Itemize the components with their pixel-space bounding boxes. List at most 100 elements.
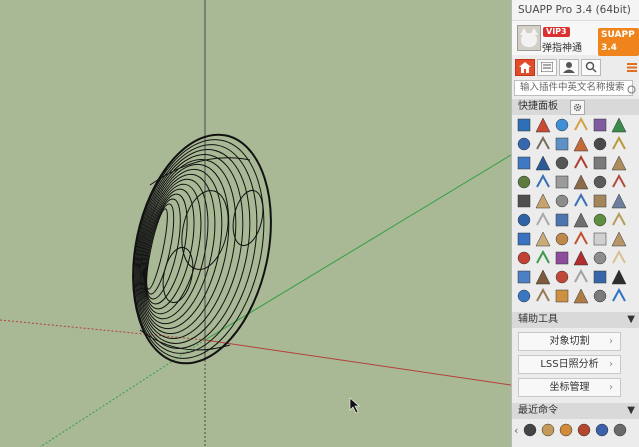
version-badge[interactable]: SUAPP 3.4: [598, 28, 639, 56]
plugin-tool-icon[interactable]: [554, 269, 570, 285]
recent-command-icon[interactable]: [612, 422, 628, 438]
plugin-tool-icon[interactable]: [535, 269, 551, 285]
quick-panel-title: 快捷面板: [518, 101, 558, 112]
cat-face-icon: [521, 33, 537, 47]
plugin-tool-icon[interactable]: [573, 116, 589, 133]
plugin-tool-icon[interactable]: [516, 155, 532, 171]
mouse-cursor-icon: [349, 397, 360, 414]
plugin-tool-icon[interactable]: [592, 212, 608, 228]
recent-commands-row: ‹: [512, 419, 639, 441]
recent-commands-header[interactable]: 最近命令 ▼: [512, 403, 639, 419]
plugin-tool-icon[interactable]: [554, 193, 570, 209]
username[interactable]: 弹指神通: [542, 39, 582, 54]
panel-title: SUAPP Pro 3.4 (64bit): [512, 0, 639, 21]
helper-tools-header[interactable]: 辅助工具 ▼: [512, 312, 639, 328]
user-box: VIP3 弹指神通 SUAPP 3.4: [512, 21, 639, 56]
recent-command-icon[interactable]: [540, 422, 556, 438]
refresh-icon[interactable]: [627, 85, 636, 94]
plugin-tool-icon[interactable]: [516, 288, 532, 304]
red-axis: [204, 339, 511, 386]
coordinate-manager-button[interactable]: 坐标管理 ›: [518, 378, 621, 397]
plugin-tool-icon[interactable]: [573, 136, 589, 152]
plugin-tool-icon[interactable]: [592, 155, 608, 171]
plugin-tool-icon[interactable]: [611, 269, 627, 285]
plugin-tool-icon[interactable]: [535, 117, 551, 133]
tab-home[interactable]: [515, 58, 535, 76]
plugin-tool-icon[interactable]: [573, 192, 589, 209]
plugin-tool-icon[interactable]: [611, 173, 627, 190]
plugin-tool-icon[interactable]: [554, 155, 570, 171]
panel-tabs: [512, 57, 639, 77]
plugin-tool-icon[interactable]: [573, 174, 589, 190]
plugin-tool-icon[interactable]: [554, 136, 570, 152]
recent-command-icon[interactable]: [594, 422, 610, 438]
model-canvas[interactable]: [0, 0, 511, 447]
tab-search[interactable]: [581, 58, 601, 76]
plugin-tool-icon[interactable]: [573, 212, 589, 228]
plugin-tool-icon[interactable]: [573, 250, 589, 266]
tab-user[interactable]: [559, 58, 579, 76]
plugin-tool-icon[interactable]: [535, 173, 551, 190]
plugin-search-input[interactable]: 输入插件中英文名称搜索: [514, 80, 633, 96]
plugin-tool-icon[interactable]: [516, 193, 532, 209]
plugin-tool-icon[interactable]: [516, 117, 532, 133]
quick-panel-header: 快捷面板: [512, 99, 639, 115]
plugin-tool-icon[interactable]: [611, 117, 627, 133]
plugin-tool-icon[interactable]: [516, 174, 532, 190]
plugin-tool-icon[interactable]: [592, 117, 608, 133]
plugin-tool-icon[interactable]: [554, 117, 570, 133]
plugin-tool-icon[interactable]: [554, 231, 570, 247]
recent-command-icon[interactable]: [576, 422, 592, 438]
plugin-tool-icon[interactable]: [516, 136, 532, 152]
collapse-icon[interactable]: ▼: [627, 312, 635, 328]
quick-panel-settings-button[interactable]: [570, 100, 585, 115]
plugin-tool-icon[interactable]: [611, 135, 627, 152]
plugin-tool-icon[interactable]: [535, 287, 551, 304]
green-axis-negative: [39, 339, 206, 447]
plugin-tool-icon[interactable]: [516, 231, 532, 247]
recent-command-icon[interactable]: [522, 422, 538, 438]
wireframe-ellipsoid[interactable]: [113, 122, 290, 376]
plugin-tool-icon[interactable]: [516, 269, 532, 285]
plugin-tool-icon[interactable]: [554, 288, 570, 304]
plugin-tool-icon[interactable]: [611, 211, 627, 228]
lss-sunlight-label: LSS日照分析: [540, 359, 599, 370]
plugin-tool-icon[interactable]: [611, 231, 627, 247]
collapse-icon[interactable]: ▼: [627, 403, 635, 419]
plugin-tool-icon[interactable]: [592, 136, 608, 152]
plugin-tool-icon[interactable]: [573, 288, 589, 304]
plugin-tool-icon[interactable]: [611, 287, 627, 304]
plugin-tool-icon[interactable]: [592, 250, 608, 266]
plugin-tool-icon[interactable]: [516, 212, 532, 228]
red-axis-negative: [0, 319, 206, 341]
plugin-tool-icon[interactable]: [535, 249, 551, 266]
more-menu-button[interactable]: [625, 59, 639, 76]
plugin-tool-icon[interactable]: [611, 155, 627, 171]
plugin-tool-icon[interactable]: [535, 211, 551, 228]
recent-command-icon[interactable]: [558, 422, 574, 438]
plugin-tool-icon[interactable]: [554, 212, 570, 228]
3d-viewport[interactable]: [0, 0, 511, 447]
plugin-tool-icon[interactable]: [554, 250, 570, 266]
plugin-tool-icon[interactable]: [611, 193, 627, 209]
tab-list[interactable]: [537, 58, 557, 76]
plugin-tool-icon[interactable]: [573, 154, 589, 171]
plugin-tool-icon[interactable]: [535, 155, 551, 171]
plugin-tool-icon[interactable]: [592, 269, 608, 285]
plugin-tool-icon[interactable]: [573, 268, 589, 285]
plugin-tool-icon[interactable]: [573, 230, 589, 247]
plugin-tool-icon[interactable]: [592, 193, 608, 209]
scroll-left-icon[interactable]: ‹: [514, 424, 520, 437]
object-cut-button[interactable]: 对象切割 ›: [518, 332, 621, 351]
plugin-tool-icon[interactable]: [535, 231, 551, 247]
plugin-tool-icon[interactable]: [592, 231, 608, 247]
avatar[interactable]: [517, 25, 541, 51]
plugin-tool-icon[interactable]: [554, 174, 570, 190]
plugin-tool-icon[interactable]: [592, 288, 608, 304]
plugin-tool-icon[interactable]: [516, 250, 532, 266]
plugin-tool-icon[interactable]: [535, 193, 551, 209]
plugin-tool-icon[interactable]: [611, 249, 627, 266]
lss-sunlight-analysis-button[interactable]: LSS日照分析 ›: [518, 355, 621, 374]
plugin-tool-icon[interactable]: [535, 135, 551, 152]
plugin-tool-icon[interactable]: [592, 174, 608, 190]
